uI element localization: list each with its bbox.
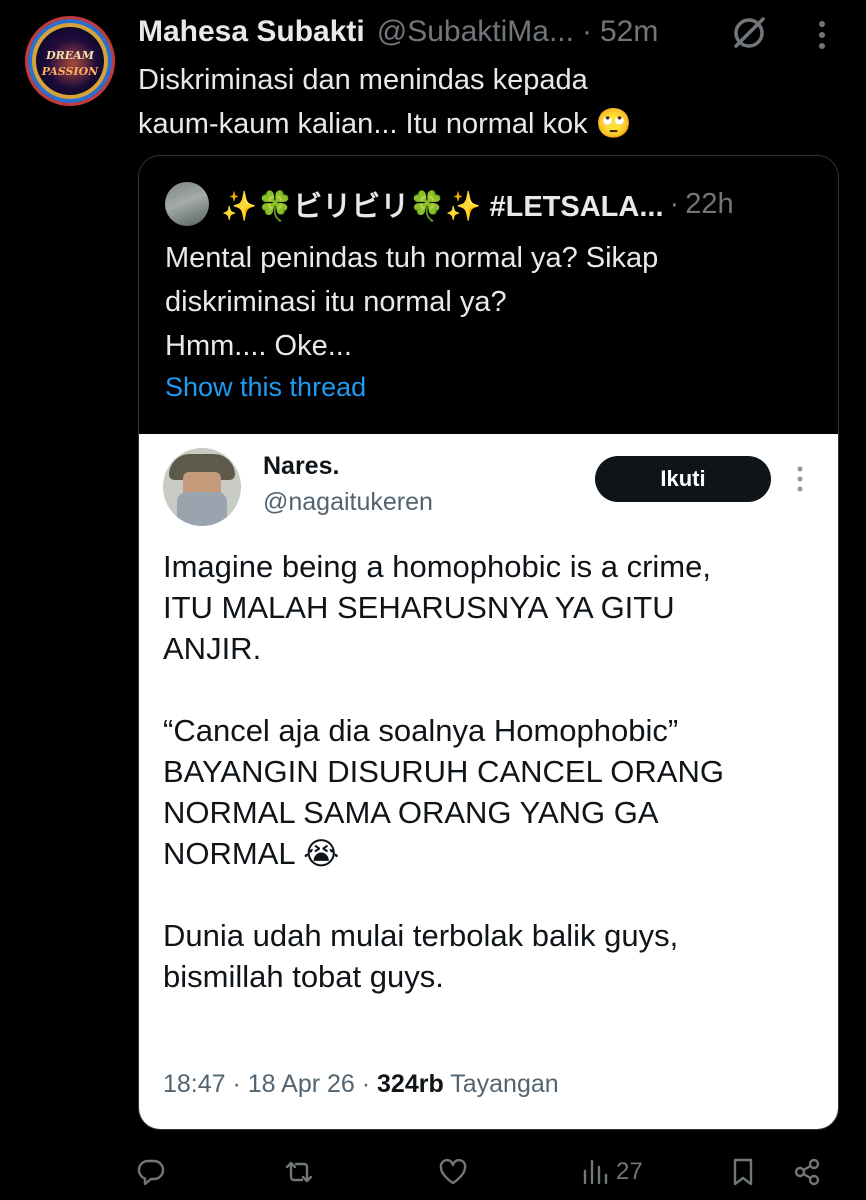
separator-dot: · [581,15,592,48]
embedded-views-label: Tayangan [443,1070,559,1098]
embedded-author-avatar [163,448,241,526]
author-avatar[interactable]: DREAM PASSION [25,16,115,106]
quoted-author-avatar[interactable] [165,182,209,226]
embedded-author-name: Nares. [263,452,340,480]
reply-icon [137,1159,165,1186]
more-icon[interactable] [808,18,836,52]
like-button[interactable] [438,1154,468,1190]
tweet-text-line: Diskriminasi dan menindas kepada [138,64,588,96]
embedded-meta: 18:47 · 18 Apr 26 · 324rb Tayangan [163,1070,559,1099]
embedded-line: ITU MALAH SEHARUSNYA YA GITU [163,590,675,625]
embedded-line: NORMAL SAMA ORANG YANG GA [163,795,659,830]
separator-dot: · [669,187,680,220]
quoted-tweet-card[interactable]: ✨🍀ビリビリ🍀✨ #LETSALA... · 22h Mental penind… [138,155,839,1130]
embedded-views-count: 324rb [377,1070,444,1098]
quoted-author-name[interactable]: ✨🍀ビリビリ🍀✨ #LETSALA... [221,183,664,225]
bookmark-icon [733,1158,753,1186]
quoted-text-line: Mental penindas tuh normal ya? Sikap [165,242,659,274]
quoted-text-line: diskriminasi itu normal ya? [165,286,507,318]
quoted-tweet-header: ✨🍀ビリビリ🍀✨ #LETSALA... · 22h [221,184,734,224]
author-name[interactable]: Mahesa Subakti [138,15,365,49]
follow-button: Ikuti [595,456,771,502]
embedded-line: “Cancel aja dia soalnya Homophobic” [163,713,679,748]
embedded-line: Imagine being a homophobic is a crime, [163,549,711,584]
action-bar: 27 [0,1148,866,1196]
show-thread-link[interactable]: Show this thread [165,372,366,403]
avatar-logo-top: DREAM [46,49,94,62]
views-button[interactable]: 27 [580,1154,643,1190]
author-handle[interactable]: @SubaktiMa... [377,15,574,49]
quoted-tweet-time[interactable]: 22h [685,188,733,221]
share-button[interactable] [792,1154,822,1190]
bookmark-button[interactable] [728,1154,758,1190]
embedded-line: bismillah tobat guys. [163,959,444,994]
avatar-glow [48,39,98,89]
like-icon [439,1158,467,1185]
grok-icon[interactable] [730,14,768,52]
embedded-more-icon [797,466,803,492]
views-count: 27 [616,1158,643,1185]
embedded-line: Dunia udah mulai terbolak balik guys, [163,918,679,953]
embedded-line: ANJIR. [163,631,262,666]
embedded-paragraph: Dunia udah mulai terbolak balik guys, bi… [163,915,813,997]
embedded-timestamp: 18:47 · 18 Apr 26 · [163,1070,378,1098]
views-icon [583,1159,608,1185]
embedded-screenshot[interactable]: Nares. @nagaitukeren Ikuti Imagine being… [139,434,838,1129]
embedded-line: BAYANGIN DISURUH CANCEL ORANG [163,754,724,789]
avatar-mask [177,492,227,526]
embedded-line: NORMAL 😭 [163,836,340,871]
embedded-tweet-text: Imagine being a homophobic is a crime, I… [163,546,813,997]
share-icon [794,1158,820,1186]
quoted-text-line: Hmm.... Oke... [165,330,352,362]
quoted-tweet-text: Mental penindas tuh normal ya? Sikap dis… [165,236,825,368]
embedded-paragraph: “Cancel aja dia soalnya Homophobic” BAYA… [163,710,813,874]
embedded-paragraph: Imagine being a homophobic is a crime, I… [163,546,813,669]
embedded-author-handle: @nagaitukeren [263,488,433,516]
tweet-text-line: kaum-kaum kalian... Itu normal kok 🙄 [138,108,632,140]
tweet-text: Diskriminasi dan menindas kepada kaum-ka… [138,58,838,146]
retweet-button[interactable] [284,1154,314,1190]
retweet-icon [285,1161,313,1183]
tweet-header: Mahesa Subakti @SubaktiMa... · 52m [138,12,658,52]
reply-button[interactable] [136,1154,166,1190]
tweet-time[interactable]: 52m [600,15,658,49]
avatar-logo-bottom: PASSION [41,65,99,78]
